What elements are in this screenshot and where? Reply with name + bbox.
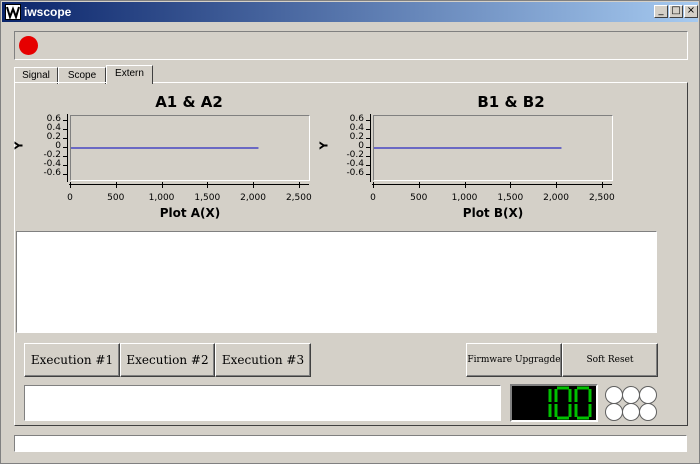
plot-a-area [70,115,310,181]
plot-a-ytick: -0.6 [43,168,61,179]
led-indicator-2 [622,386,640,404]
xtick-mark [601,182,603,188]
plot-b-ylabel: Y [317,141,331,150]
xtick-mark [418,182,420,188]
plot-b-xtick: 1,500 [497,193,524,203]
led-indicator-6 [639,403,657,421]
y-axis-line [370,114,371,182]
xtick-mark [70,182,71,188]
plot-a-xlabel: Plot A(X) [159,206,221,220]
status-bar [14,435,687,452]
title-bar[interactable]: iwscope _ □ × [2,2,698,22]
plot-b-xlabel: Plot B(X) [462,206,524,220]
xtick-mark [115,182,117,188]
toolbar-panel [14,31,688,60]
soft-reset-button[interactable]: Soft Reset [562,343,658,377]
plot-b-ytick: -0.6 [346,168,364,179]
lcd-display [510,384,598,422]
plot-a-xtick: 1,500 [194,193,221,203]
xtick-mark [253,182,255,188]
xtick-mark [464,182,466,188]
execution-2-button[interactable]: Execution #2 [120,343,215,377]
plot-a-xtick: 500 [107,193,125,203]
lcd-digits [548,386,592,420]
xtick-mark [161,182,163,188]
led-indicator-4 [605,403,623,421]
plot-a-xtick: 2,000 [240,193,266,203]
plot-a-ylabel: Y [12,141,26,150]
led-indicator-5 [622,403,640,421]
xtick-mark [298,182,300,188]
xtick-mark [510,182,512,188]
plot-b-area [373,115,613,181]
status-input[interactable] [24,385,501,421]
plot-b-xtick: 500 [410,193,428,203]
led-indicator-1 [605,386,623,404]
plot-b-xtick: 1,000 [451,193,478,203]
output-textarea[interactable] [16,231,657,333]
plot-b-xtick: 0 [370,193,376,203]
xtick-mark [207,182,209,188]
app-icon [5,4,21,21]
led-indicator-3 [639,386,657,404]
x-axis-line [372,184,612,185]
close-button[interactable]: × [684,5,698,18]
plot-a-xtick: 2,500 [285,193,312,203]
execution-1-button[interactable]: Execution #1 [24,343,120,377]
xtick-mark [556,182,558,188]
app-window: iwscope _ □ × Signal Scope Extern A1 & A… [0,0,700,464]
plot-a-svg [71,147,259,149]
record-icon[interactable] [19,36,38,55]
window-title: iwscope [24,5,72,19]
plot-b-svg [374,147,562,149]
plot-a-title: A1 & A2 [155,93,223,111]
execution-3-button[interactable]: Execution #3 [215,343,311,377]
plot-b-title: B1 & B2 [477,93,545,111]
minimize-button[interactable]: _ [654,5,668,18]
y-axis-line [67,114,68,182]
firmware-upgrade-button[interactable]: Firmware Upgragde [466,343,562,377]
xtick-mark [373,182,374,188]
plot-b-xtick: 2,500 [588,193,615,203]
maximize-button[interactable]: □ [669,5,683,18]
x-axis-line [69,184,309,185]
plot-b-xtick: 2,000 [543,193,569,203]
tab-extern[interactable]: Extern [106,65,153,84]
plot-a-xtick: 1,000 [148,193,175,203]
plot-a-xtick: 0 [67,193,73,203]
